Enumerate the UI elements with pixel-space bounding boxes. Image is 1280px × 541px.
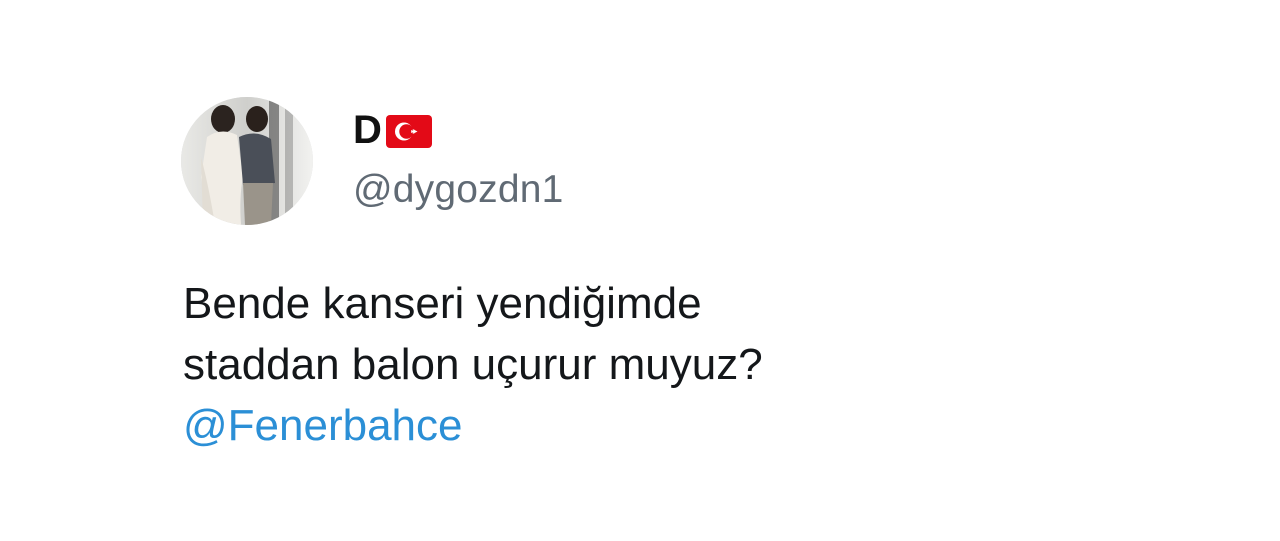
mention-link[interactable]: @Fenerbahce [183, 395, 1183, 456]
avatar[interactable] [181, 97, 313, 225]
tweet-text: Bende kanseri yendiğimde staddan balon u… [183, 273, 1183, 456]
tweet-card: D @dygozdn1 Bende kanseri yendiğimde sta… [0, 0, 1280, 541]
avatar-photo [181, 97, 313, 225]
author-handle[interactable]: @dygozdn1 [353, 166, 564, 214]
display-name[interactable]: D [353, 108, 382, 152]
tweet-text-line-2: staddan balon uçurur muyuz? [183, 340, 763, 389]
tweet-text-line-1: Bende kanseri yendiğimde [183, 279, 702, 328]
turkey-flag-icon [385, 114, 432, 148]
author-name-row[interactable]: D [353, 108, 432, 152]
